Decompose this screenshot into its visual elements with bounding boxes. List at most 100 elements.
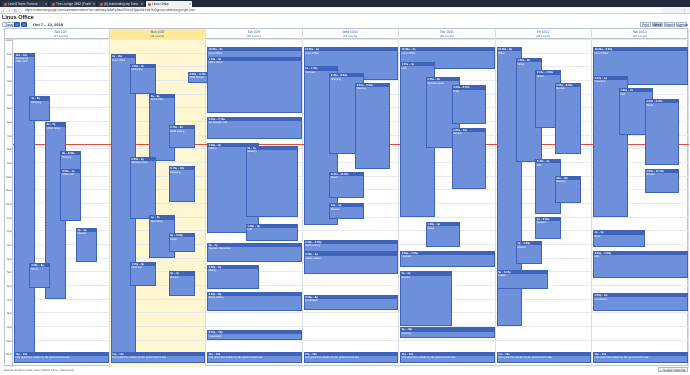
calendar-event[interactable]: 10a – 12p Meeting (554, 175, 581, 203)
calendar-event[interactable]: 11p – 12a Live guest live-stream by the g… (14, 351, 109, 363)
calendar-event[interactable]: 8:30a – 1p Meeting notes (129, 156, 156, 220)
calendar-event[interactable]: 3:30a – 6:15a Build (451, 85, 487, 124)
calendar-event[interactable]: 4a – 6a Shipping (29, 96, 51, 121)
browser-menu-icon[interactable]: ⋮ (682, 8, 687, 13)
day-header[interactable]: Fri 10/12 (29 events) (496, 29, 592, 39)
week-grid: Sun 10/7 (47 events) Mon 10/8 (38 events) Tu… (4, 28, 689, 367)
calendar-event[interactable]: 9:30a – 1p Video edit (60, 168, 82, 221)
view-tab-print[interactable]: Print (640, 21, 651, 27)
reload-icon[interactable]: ↻ (13, 8, 18, 13)
calendar-event[interactable]: 4:30p – 6p Shoot (29, 263, 51, 288)
event-title: Linux Office (305, 51, 319, 55)
calendar-event[interactable]: 3:30p – 5:30p Edit (593, 250, 688, 279)
event-title: Mail (401, 66, 407, 70)
calendar-event[interactable]: 11p – 12a Live guest live-stream by the g… (593, 351, 688, 363)
hour-label: 2pm (6, 230, 12, 234)
calendar-event[interactable]: 4:30a – 9:15a Shoot (644, 99, 680, 165)
day-header[interactable]: Wed 10/10 (23 events) (303, 29, 399, 39)
calendar-event[interactable]: 6:30a – 11a Review (451, 127, 487, 190)
day-event-count: (23 events) (343, 34, 358, 38)
calendar-event[interactable]: 5:45a – 7:15a Go through mail (207, 116, 302, 139)
event-title: Review (517, 245, 526, 249)
calendar-event[interactable]: 1:45a – 4a Unboxing (129, 63, 156, 94)
calendar-event[interactable]: 6:15a – 8a Build testing (168, 125, 195, 149)
calendar-event[interactable]: 6:45p – 8p Livestream (303, 294, 398, 310)
event-title: Review (170, 275, 179, 279)
hour-label: 1pm (6, 216, 12, 220)
calendar-event[interactable]: 9:30a – 11:15a Review (644, 168, 680, 194)
calendar-event[interactable]: 4:15p – 6p CPU test (129, 261, 156, 287)
day-header[interactable]: Thu 10/11 (28 events) (399, 29, 496, 39)
url-field[interactable]: https://calendar.google.com/calendar/emb… (22, 8, 662, 13)
hour-label: 3am (6, 80, 12, 83)
view-tab-month[interactable]: Month (664, 21, 675, 27)
event-title: Meeting (247, 150, 257, 154)
event-title: Live guest live-stream by the government… (112, 356, 166, 360)
calendar-event[interactable]: 2p – 4p Review (75, 227, 97, 262)
calendar-event[interactable]: 8a – 1p Meeting (245, 145, 298, 217)
calendar-event[interactable]: 12p – 1p Review (329, 203, 364, 220)
calendar-event[interactable]: 1:30p – 3p Call (245, 223, 298, 242)
tab-label: Level1Techs Forums (8, 2, 38, 6)
calendar-event[interactable]: 3:30p – 4:45p Upgrade (400, 250, 495, 268)
back-icon[interactable]: ‹ (1, 8, 6, 13)
calendar-event[interactable]: 3:30p – 5p Collab videos (303, 252, 398, 275)
view-tab-agenda[interactable]: Agenda (676, 21, 688, 27)
tab-favicon-icon (3, 2, 7, 6)
hour-label: 4am (6, 93, 12, 97)
calendar-title: Linus Office (2, 15, 34, 21)
calendar-event[interactable]: 2p – 3p Build (593, 230, 645, 247)
event-title: Script writing (208, 296, 224, 300)
event-title: Build (453, 89, 460, 93)
calendar-event[interactable]: 11p – 12a Live guest live-stream by the g… (207, 351, 302, 363)
calendar-event[interactable]: 9:15a – 12p Cleaning (168, 166, 195, 202)
calendar-event[interactable]: 1:15a – 5a Office hours (207, 56, 302, 113)
event-title: Office (498, 51, 505, 55)
event-title: Live guest live-stream by the government… (498, 356, 552, 360)
calendar-event[interactable]: 6:30p – 8p Script writing (207, 291, 302, 311)
timezone-note: Events shown in time zone: Pacific Time … (4, 368, 75, 372)
event-title: Review (330, 207, 340, 211)
event-title: Office hours (208, 61, 223, 65)
calendar-event[interactable]: 9p – 10p Meeting (400, 327, 495, 339)
calendar-event[interactable]: 11p – 12a Live guest live-stream by the g… (303, 351, 398, 363)
calendar-event[interactable]: 2p – 3:30p Setup (168, 233, 195, 253)
calendar-event[interactable]: 3:15a – 9:30a Meeting (355, 82, 390, 169)
view-tab-week[interactable]: Week (652, 21, 663, 27)
calendar-event[interactable]: 6:30p – 8p Livestream (593, 293, 688, 311)
calendar-event[interactable]: 5p – 7p Review (168, 271, 195, 296)
event-title: Sponsor discussion (208, 247, 232, 251)
calendar-event[interactable]: 9:15p – 10p Livestream (207, 330, 302, 340)
prev-week-button[interactable]: ‹ (14, 21, 20, 27)
hour-label: 4pm (6, 257, 12, 261)
day-header[interactable]: Sat 10/13 (28 events) (592, 29, 689, 39)
calendar-event[interactable]: 3p – 4:30p Review (515, 241, 542, 265)
calendar-event[interactable]: 3p – 4p Sponsor discussion (207, 242, 302, 262)
day-header[interactable]: Sun 10/7 (47 events) (13, 29, 110, 39)
event-title: Livestream (305, 299, 318, 303)
day-header[interactable]: Tue 10/9 (29 events) (206, 29, 303, 39)
calendar-event[interactable]: 11p – 12a Live guest live-stream by the g… (496, 351, 591, 363)
next-week-button[interactable]: › (21, 21, 27, 27)
calendar-event[interactable]: 1:30p – 3p Setup (425, 222, 461, 247)
event-title: Sorting out office stuff (15, 57, 29, 64)
calendar-event[interactable]: 5p – 6:15p Collab (496, 269, 549, 290)
tab-label: The Lounge 2882 [Frontl (56, 2, 91, 6)
google-calendar-badge[interactable]: +Google Calendar (657, 367, 688, 372)
calendar-event[interactable]: 11p – 12a Live guest live-stream by the g… (400, 351, 495, 363)
day-event-count: (47 events) (53, 34, 68, 38)
calendar-event[interactable]: 3:15a – 8:30a Review (554, 82, 581, 154)
calendar-event[interactable]: 9:45a – 11:30a Shoot (329, 171, 364, 198)
calendar-event[interactable]: 8a – 9:30a Meeting (60, 151, 82, 171)
calendar-event[interactable]: 11p – 12a Live guest live-stream by the g… (110, 351, 205, 363)
hour-label: 12pm (5, 203, 13, 206)
day-header[interactable]: Mon 10/8 (38 events) (109, 29, 206, 39)
event-title: Live guest live-stream by the government… (594, 356, 649, 360)
hour-label: 6am (6, 121, 12, 124)
calendar-event[interactable]: 4:30p – 6p Mixing (207, 264, 259, 290)
calendar-event[interactable]: 5p – 9p Review (400, 271, 452, 326)
tab-favicon-icon (99, 2, 103, 6)
calendar-event[interactable]: 1p – 2:30p Sponsor (535, 216, 562, 239)
forward-icon[interactable]: › (7, 8, 12, 13)
calendar-event[interactable]: 2:45p – 3:30p Staff meeting (303, 239, 398, 253)
